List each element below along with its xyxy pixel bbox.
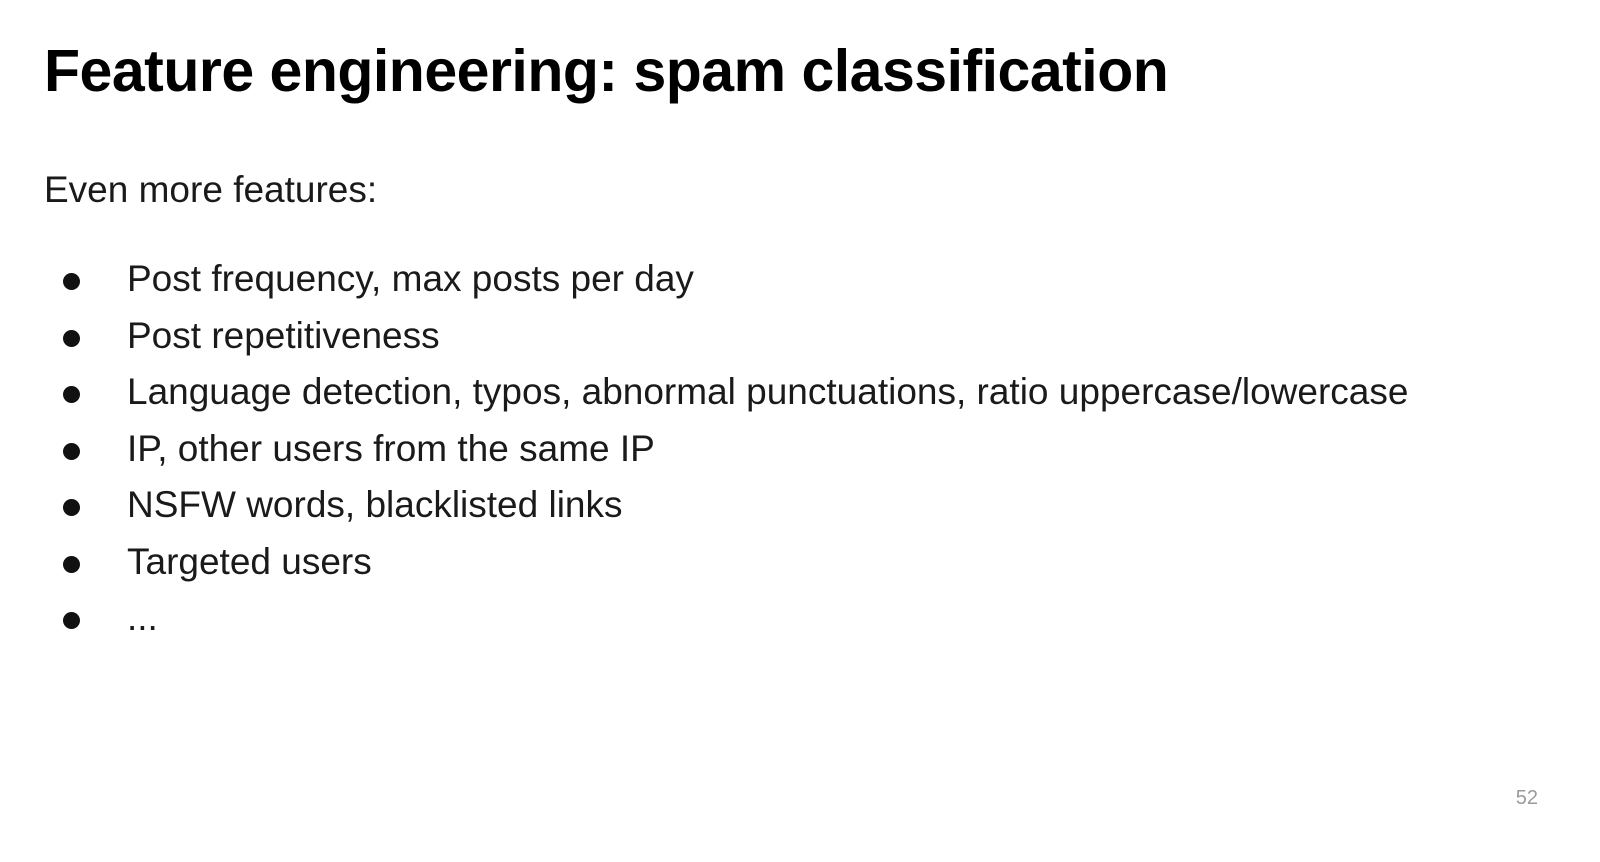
bullet-icon [63,386,80,403]
bullet-text: IP, other users from the same IP [127,427,655,469]
page-number: 52 [1515,787,1538,809]
bullet-icon [63,499,80,516]
bullet-text: Targeted users [127,540,372,582]
bullet-icon [63,329,80,347]
bullet-text: Post repetitiveness [127,314,440,356]
bullet-icon [63,442,80,460]
slide: Feature engineering: spam classification… [0,0,1600,862]
bullet-icon [63,555,80,573]
bullet-text: NSFW words, blacklisted links [127,484,623,525]
bullet-icon [63,612,80,629]
bullet-icon [63,273,80,290]
bullet-text: ... [127,597,158,638]
bullet-text: Language detection, typos, abnormal punc… [127,371,1409,412]
bullet-text: Post frequency, max posts per day [127,258,694,299]
intro-text: Even more features: [44,169,378,210]
slide-title: Feature engineering: spam classification [44,38,1169,104]
